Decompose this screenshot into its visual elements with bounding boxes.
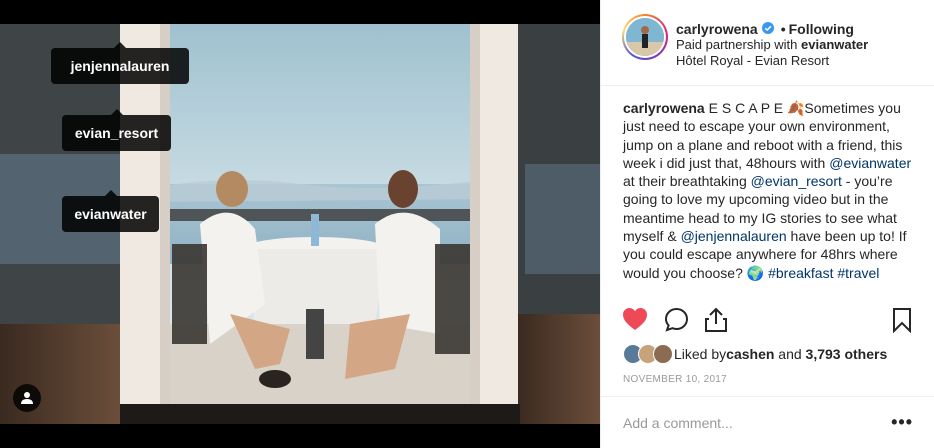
location-link[interactable]: Hôtel Royal - Evian Resort — [676, 53, 868, 69]
likes-count[interactable]: 3,793 others — [806, 346, 888, 362]
post-date[interactable]: November 10, 2017 — [623, 374, 727, 385]
avatar[interactable] — [622, 14, 668, 60]
user-tag-evianwater[interactable]: evianwater — [62, 190, 159, 232]
user-tag-evian-resort[interactable]: evian_resort — [62, 109, 171, 151]
more-options-icon[interactable]: ••• — [891, 412, 913, 433]
share-icon[interactable] — [704, 307, 728, 338]
follow-separator: • — [780, 21, 786, 37]
likes-prefix: Liked by — [674, 346, 727, 362]
liker-avatars — [623, 344, 673, 364]
bookmark-icon[interactable] — [892, 307, 912, 338]
liker-username[interactable]: cashen — [726, 346, 774, 362]
post-header: carlyrowena • Following Paid partnership… — [601, 0, 934, 86]
likes-middle: and — [774, 346, 806, 362]
user-tag-jenjennalauren[interactable]: jenjennalauren — [51, 42, 189, 84]
avatar-image — [626, 18, 664, 56]
hashtag-breakfast[interactable]: #breakfast — [768, 265, 833, 281]
mention-jenjennalauren[interactable]: @jenjennalauren — [681, 228, 787, 244]
partnership-label: Paid partnership with — [676, 37, 802, 52]
post-panel: carlyrowena • Following Paid partnership… — [600, 0, 934, 448]
action-bar — [622, 307, 919, 337]
verified-icon — [761, 21, 774, 37]
leaf-emoji: 🍂 — [786, 100, 805, 116]
post-caption: carlyrowena E S C A P E 🍂Sometimes you j… — [623, 99, 919, 282]
caption-username[interactable]: carlyrowena — [623, 100, 705, 116]
mention-evianwater[interactable]: @evianwater — [829, 155, 911, 171]
comment-box: ••• — [601, 396, 934, 448]
partner-link[interactable]: evianwater — [801, 37, 868, 52]
following-button[interactable]: Following — [789, 21, 854, 37]
post-username[interactable]: carlyrowena — [676, 21, 758, 37]
caption-text: at their breathtaking — [623, 173, 751, 190]
liker-avatar — [653, 344, 673, 364]
person-icon — [21, 392, 33, 404]
hashtag-travel[interactable]: #travel — [837, 265, 879, 281]
comment-input[interactable] — [623, 414, 892, 431]
paid-partnership: Paid partnership with evianwater — [676, 37, 868, 53]
user-tags-button[interactable] — [13, 384, 41, 412]
caption-text: E S C A P E — [704, 100, 787, 116]
likes-summary: Liked by cashen and 3,793 others — [623, 344, 887, 364]
post-media: jenjennalauren evian_resort evianwater — [0, 0, 600, 448]
comment-icon[interactable] — [664, 307, 689, 337]
globe-emoji: 🌍 — [746, 264, 765, 281]
like-heart-icon[interactable] — [622, 307, 648, 336]
mention-evian-resort[interactable]: @evian_resort — [751, 173, 842, 189]
